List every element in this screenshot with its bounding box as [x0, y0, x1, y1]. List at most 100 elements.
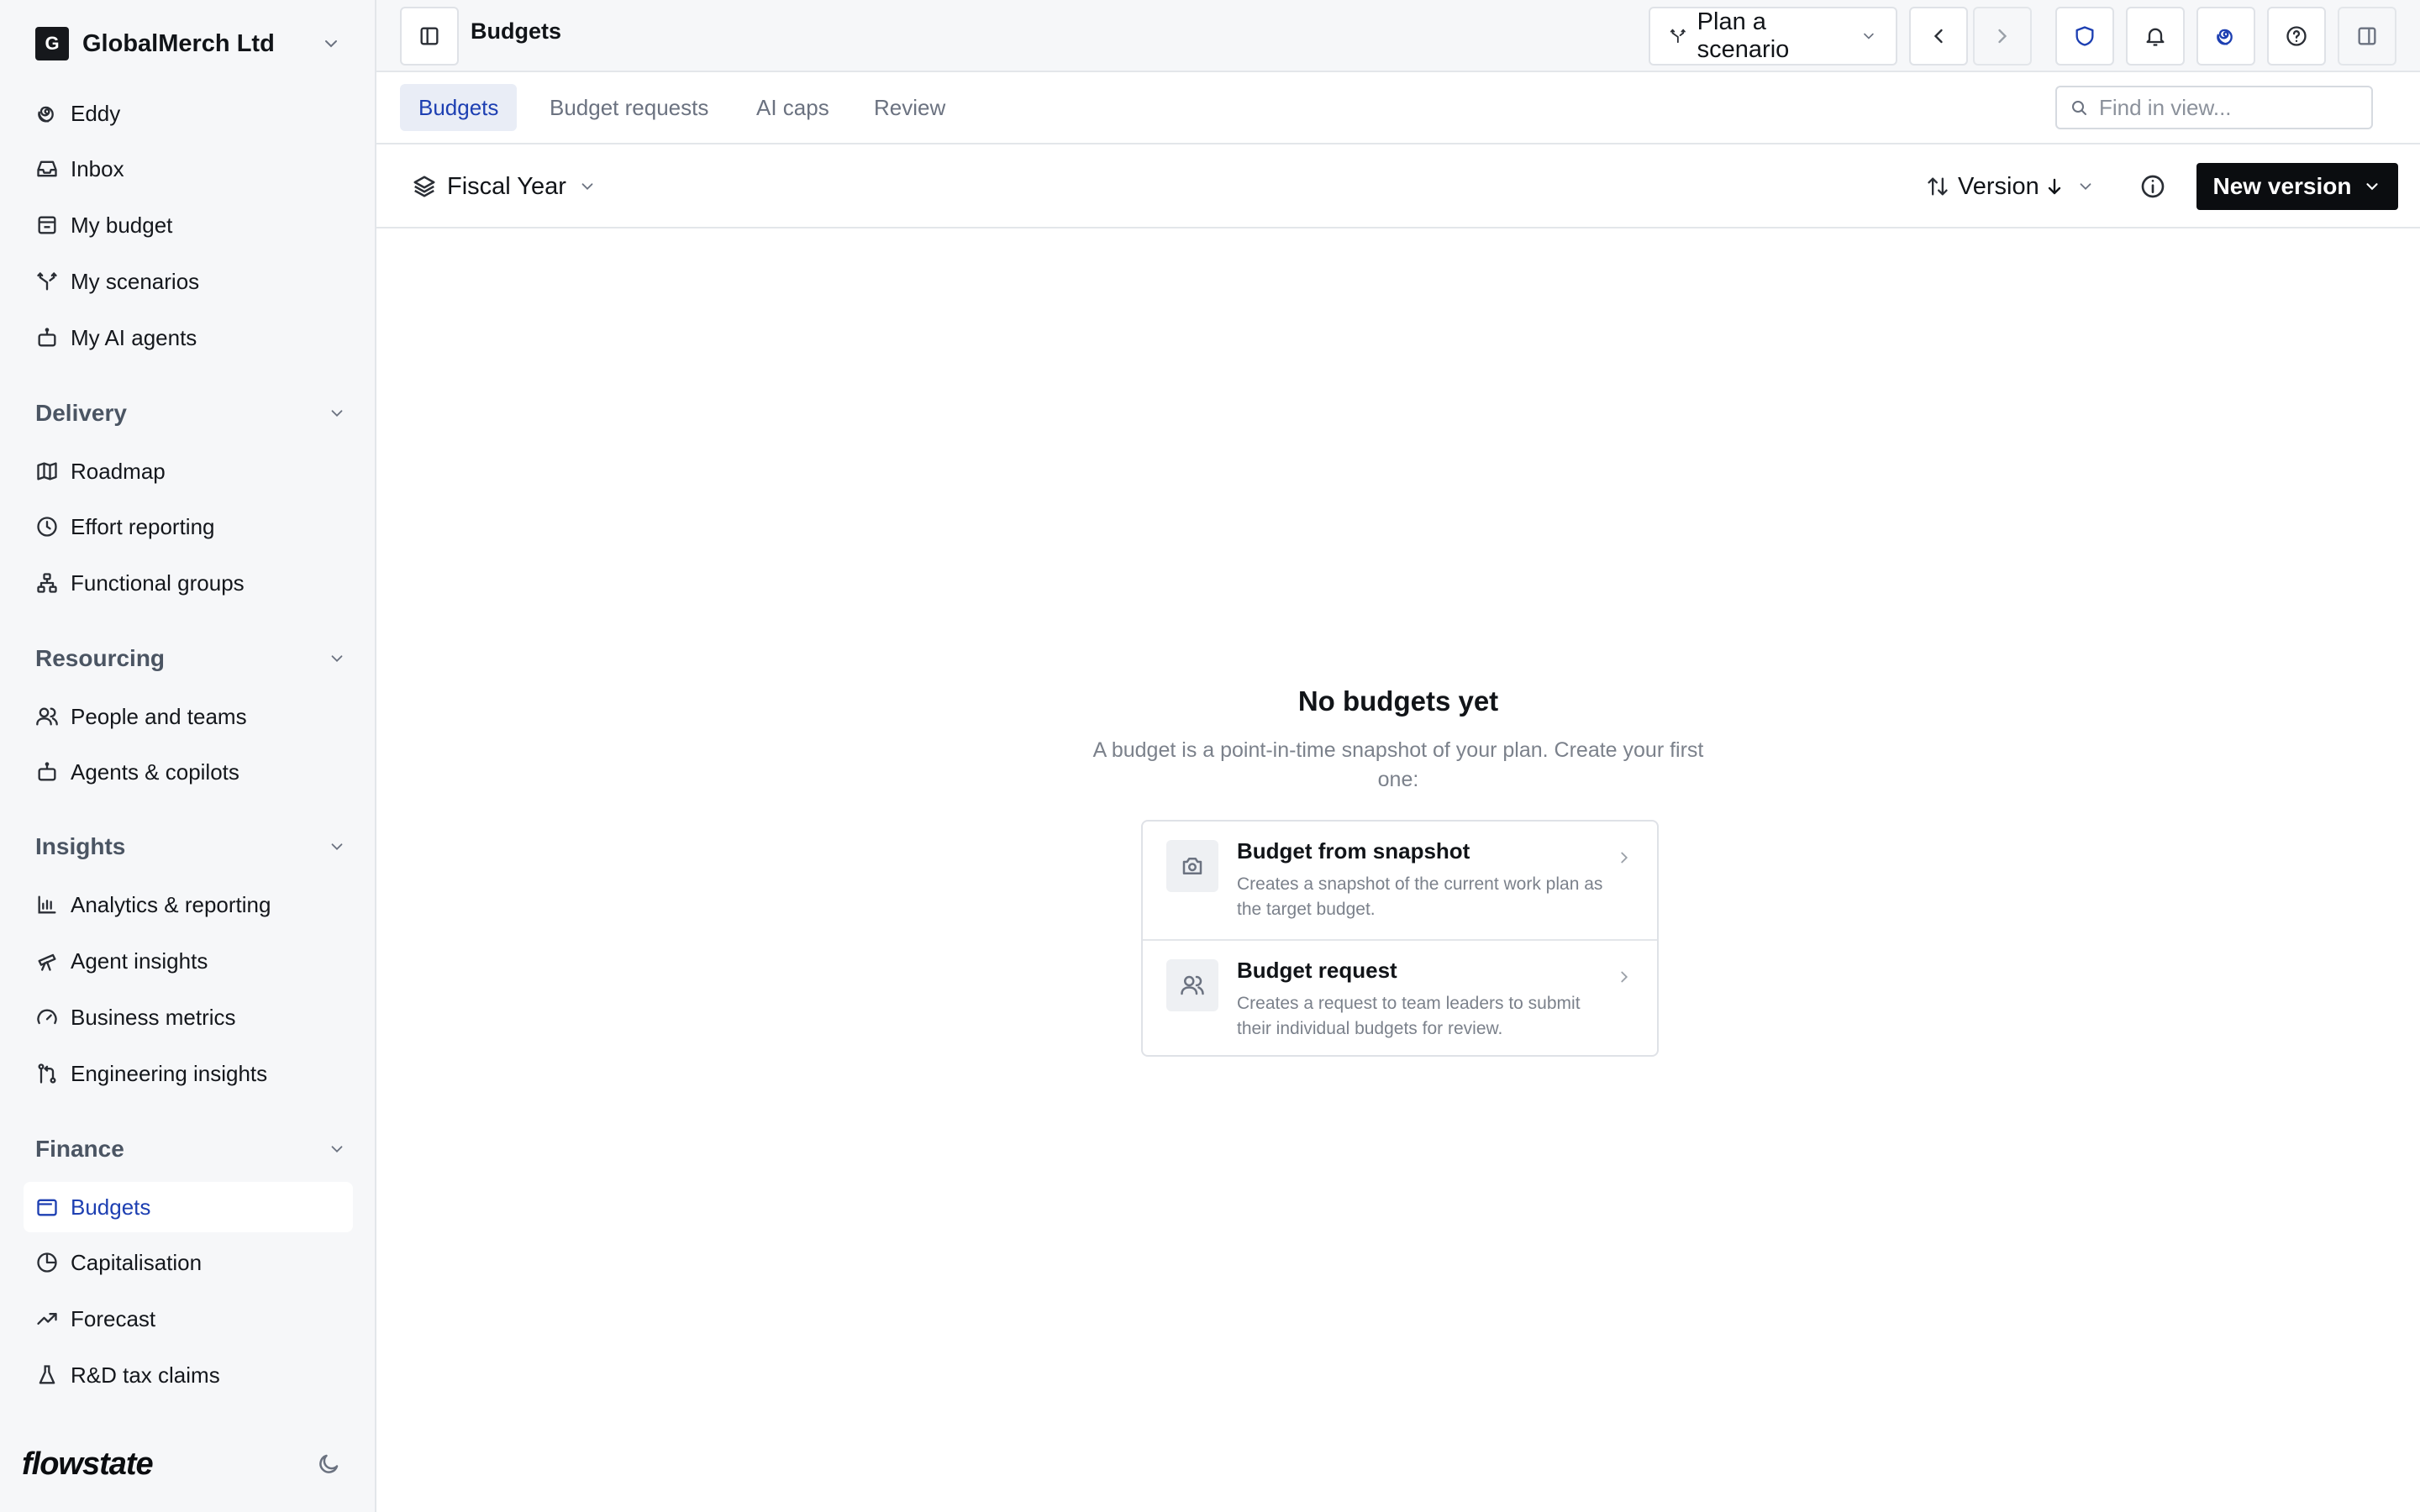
sidebar-item-label: R&D tax claims [71, 1362, 220, 1388]
sidebar-item-my-ai-agents[interactable]: My AI agents [24, 312, 353, 363]
budget-request-option[interactable]: Budget request Creates a request to team… [1143, 939, 1657, 1055]
sidebar-item-label: Engineering insights [71, 1060, 268, 1086]
branch-icon [35, 270, 59, 293]
users-icon [1180, 973, 1205, 998]
eddy-swirl-icon [2214, 24, 2238, 48]
search-input[interactable] [2099, 94, 2351, 121]
security-button[interactable] [2055, 7, 2114, 66]
section-insights[interactable]: Insights [24, 826, 353, 868]
sort-button[interactable]: Version [1926, 165, 2095, 208]
sidebar-item-functional-groups[interactable]: Functional groups [24, 558, 353, 608]
bar-chart-icon [35, 893, 59, 916]
telescope-icon [35, 949, 59, 973]
sidebar-item-my-budget[interactable]: My budget [24, 200, 353, 250]
sidebar-item-engineering-insights[interactable]: Engineering insights [24, 1048, 353, 1099]
sidebar-item-eddy[interactable]: Eddy [24, 88, 353, 139]
new-version-label: New version [2212, 173, 2352, 199]
sidebar-item-label: Agents & copilots [71, 759, 239, 785]
layers-icon [412, 174, 437, 199]
sidebar-item-roadmap[interactable]: Roadmap [24, 446, 353, 496]
sidebar-item-label: Functional groups [71, 570, 245, 596]
robot-icon [35, 760, 59, 784]
option-title: Budget from snapshot [1237, 838, 1470, 864]
tab-ai-caps[interactable]: AI caps [738, 84, 848, 131]
eddy-swirl-icon [35, 102, 59, 125]
sidebar-item-label: Roadmap [71, 458, 166, 484]
sidebar-item-label: Budgets [71, 1194, 151, 1220]
find-in-view [2055, 86, 2373, 129]
section-title: Insights [35, 833, 126, 859]
top-header: Budgets Plan a scenario [376, 0, 2420, 72]
sidebar-item-agents-copilots[interactable]: Agents & copilots [24, 747, 353, 797]
chevron-down-icon [328, 404, 346, 423]
section-resourcing[interactable]: Resourcing [24, 638, 353, 680]
sidebar-item-budgets[interactable]: Budgets [24, 1182, 353, 1232]
new-version-button[interactable]: New version [2196, 163, 2398, 210]
section-delivery[interactable]: Delivery [24, 392, 353, 434]
sidebar-item-inbox[interactable]: Inbox [24, 144, 353, 194]
sidebar-item-business-metrics[interactable]: Business metrics [24, 992, 353, 1042]
budget-from-snapshot-option[interactable]: Budget from snapshot Creates a snapshot … [1143, 822, 1657, 939]
chevron-down-icon [328, 837, 346, 856]
sort-icon [1926, 175, 1949, 198]
notifications-button[interactable] [2126, 7, 2185, 66]
tab-budget-requests[interactable]: Budget requests [531, 84, 727, 131]
toggle-right-panel-button[interactable] [2338, 7, 2396, 66]
option-description: Creates a snapshot of the current work p… [1237, 874, 1603, 919]
sidebar-item-capitalisation[interactable]: Capitalisation [24, 1237, 353, 1288]
back-button[interactable] [1909, 7, 1968, 66]
forward-button[interactable] [1973, 7, 2032, 66]
org-switcher[interactable]: G GlobalMerch Ltd [35, 27, 341, 60]
create-budget-options: Budget from snapshot Creates a snapshot … [1141, 820, 1659, 1057]
sidebar-item-label: Analytics & reporting [71, 891, 271, 917]
moon-icon[interactable] [316, 1452, 341, 1477]
right-panel-icon [2355, 24, 2379, 48]
sidebar-item-label: Forecast [71, 1305, 156, 1331]
toggle-sidebar-button[interactable] [400, 7, 459, 66]
section-finance[interactable]: Finance [24, 1128, 353, 1170]
tab-review[interactable]: Review [855, 84, 964, 131]
view-toolbar: Fiscal Year Version New version [376, 144, 2420, 228]
section-title: Resourcing [35, 645, 166, 671]
org-name: GlobalMerch Ltd [82, 29, 275, 57]
sidebar-item-label: My budget [71, 212, 173, 238]
info-icon[interactable] [2139, 173, 2166, 200]
help-button[interactable] [2267, 7, 2326, 66]
group-by-label: Fiscal Year [447, 172, 566, 200]
chevron-left-icon [1927, 24, 1950, 48]
sidebar-item-label: Agent insights [71, 948, 208, 974]
sidebar-item-my-scenarios[interactable]: My scenarios [24, 256, 353, 307]
git-icon [35, 1062, 59, 1085]
eddy-button[interactable] [2196, 7, 2255, 66]
tab-budgets[interactable]: Budgets [400, 84, 518, 131]
sidebar-item-label: My scenarios [71, 268, 200, 294]
group-by-button[interactable]: Fiscal Year [412, 165, 597, 208]
sidebar-item-people-and-teams[interactable]: People and teams [24, 691, 353, 742]
sidebar-item-rd-tax-claims[interactable]: R&D tax claims [24, 1350, 353, 1400]
inbox-icon [35, 157, 59, 181]
sidebar-item-label: Capitalisation [71, 1249, 203, 1275]
org-logo: G [35, 27, 69, 60]
option-title: Budget request [1237, 958, 1397, 983]
brand-logo: flowstate [22, 1446, 154, 1482]
empty-state-title: No budgets yet [1297, 685, 1499, 717]
option-icon-tile [1166, 959, 1218, 1011]
users-icon [35, 705, 59, 728]
sidebar-item-analytics-reporting[interactable]: Analytics & reporting [24, 879, 353, 930]
sidebar-item-effort-reporting[interactable]: Effort reporting [24, 501, 353, 552]
sidebar-item-label: Business metrics [71, 1004, 236, 1030]
section-title: Delivery [35, 400, 127, 426]
wallet-icon [35, 1195, 59, 1219]
org-chart-icon [35, 571, 59, 595]
sidebar-item-agent-insights[interactable]: Agent insights [24, 936, 353, 986]
sidebar-item-forecast[interactable]: Forecast [24, 1294, 353, 1344]
chevron-down-icon [321, 34, 341, 54]
page-title: Budgets [471, 18, 561, 44]
chevron-right-icon [1615, 968, 1634, 986]
plan-scenario-button[interactable]: Plan a scenario [1649, 7, 1897, 66]
section-title: Finance [35, 1136, 124, 1162]
trend-icon [35, 1307, 59, 1331]
robot-icon [35, 326, 59, 349]
chevron-down-icon [2076, 177, 2095, 196]
sort-label: Version [1958, 172, 2039, 200]
